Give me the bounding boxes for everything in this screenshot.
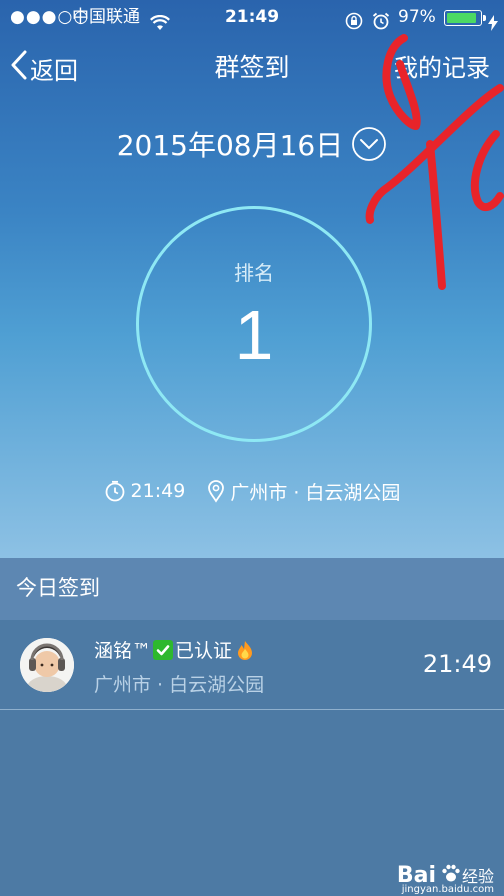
location-pin-icon (207, 479, 225, 503)
verified-badge: 已认证 (175, 640, 233, 662)
flame-icon (236, 640, 254, 660)
battery-icon (444, 10, 486, 26)
rank-label: 排名 (234, 261, 274, 285)
user-location: 广州市 · 白云湖公园 (94, 674, 265, 696)
avatar[interactable] (20, 638, 74, 692)
watermark-url: jingyan.baidu.com (401, 884, 494, 895)
checkin-time: 21:49 (130, 480, 186, 502)
checkin-info: 21:49 广州市 · 白云湖公园 (0, 476, 504, 506)
checkin-location: 广州市 · 白云湖公园 (230, 481, 401, 504)
user-nickname: 涵铭™ (94, 640, 152, 662)
status-bar: ●●●○○ 中国联通 21:49 97% (0, 0, 504, 34)
rank-circle: 排名 1 (136, 206, 372, 442)
user-name: 涵铭™ 已认证 (94, 636, 254, 663)
section-title: 今日签到 (16, 576, 100, 600)
divider (0, 709, 504, 710)
checkin-time-value: 21:49 (422, 650, 492, 678)
battery-percent: 97% (398, 7, 436, 27)
clock-icon (104, 480, 126, 502)
check-mark-icon (153, 639, 174, 660)
list-item[interactable]: 涵铭™ 已认证 广州市 · 白云湖公园 21:49 (0, 620, 504, 710)
baidu-watermark: Bai 经验 jingyan.baidu.com (397, 862, 494, 896)
selected-date: 2015年08月16日 (116, 129, 344, 162)
checkin-list: 涵铭™ 已认证 广州市 · 白云湖公园 21:49 (0, 620, 504, 896)
rank-value: 1 (234, 296, 274, 374)
red-annotation-scribble (365, 34, 504, 290)
today-checkin-header: 今日签到 (0, 558, 504, 620)
battery-fill (447, 13, 477, 23)
